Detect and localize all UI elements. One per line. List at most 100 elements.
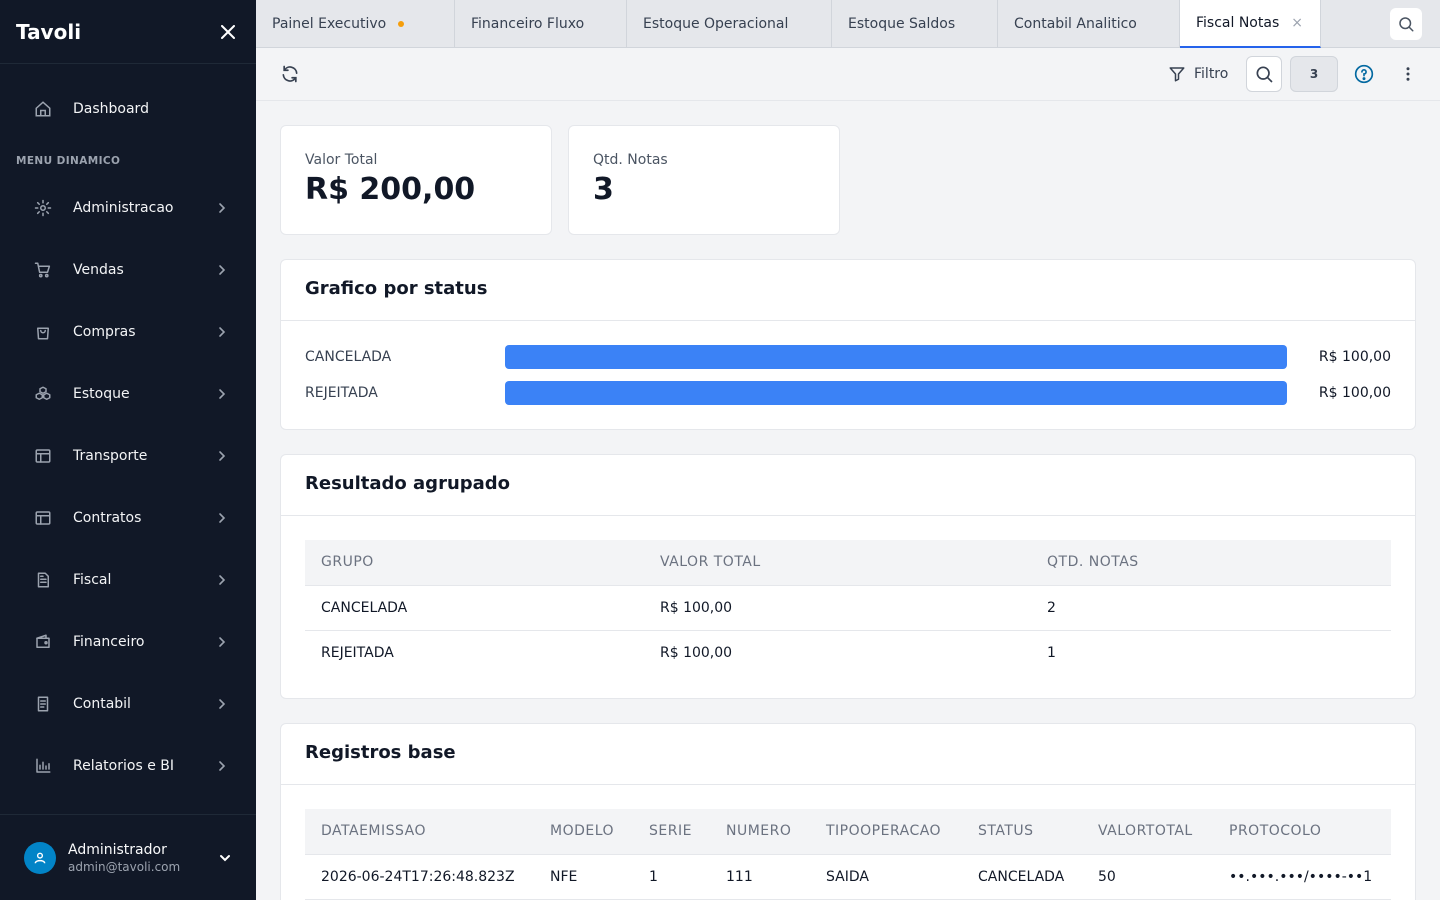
close-icon (221, 24, 235, 39)
boxes-icon (32, 383, 54, 405)
chevron-right-icon (214, 448, 230, 464)
column-header[interactable]: PROTOCOLO (1213, 809, 1391, 855)
sidebar-item-label: Fiscal (73, 572, 112, 588)
tab-label: Painel Executivo (272, 16, 387, 32)
user-menu[interactable]: Administrador admin@tavoli.com (0, 814, 256, 900)
tab-fiscal-notas[interactable]: Fiscal Notas × (1180, 0, 1321, 48)
column-header[interactable]: QTD. NOTAS (1031, 540, 1391, 586)
help-button[interactable] (1352, 62, 1376, 86)
sidebar-item-contratos[interactable]: Contratos (0, 494, 256, 542)
sidebar-item-estoque[interactable]: Estoque (0, 370, 256, 418)
refresh-icon (282, 65, 298, 83)
panel-title: Grafico por status (305, 278, 488, 299)
bar[interactable] (505, 345, 1287, 369)
sidebar-item-label: Compras (73, 324, 136, 340)
column-header[interactable]: STATUS (962, 809, 1082, 855)
search-icon (1256, 66, 1273, 83)
more-options-button[interactable] (1396, 62, 1420, 86)
tab-painel-executivo[interactable]: Painel Executivo (256, 0, 455, 48)
sidebar-item-label: Vendas (73, 262, 124, 278)
home-icon (32, 98, 54, 120)
kpi-value: R$ 200,00 (305, 172, 476, 207)
filter-label: Filtro (1194, 66, 1229, 82)
tab-label: Estoque Operacional (643, 16, 789, 32)
records-panel: Registros base DATAEMISSAO MODELO SERIE … (280, 723, 1416, 900)
column-header[interactable]: DATAEMISSAO (305, 809, 534, 855)
table-row[interactable]: REJEITADA R$ 100,00 1 (305, 630, 1391, 675)
user-email: admin@tavoli.com (68, 859, 181, 874)
sidebar-header: Tavoli (0, 0, 256, 64)
refresh-button[interactable] (278, 62, 302, 86)
help-icon (1354, 64, 1374, 84)
sidebar-item-compras[interactable]: Compras (0, 308, 256, 356)
bar-category-label: REJEITADA (305, 385, 378, 401)
filter-icon (1169, 67, 1185, 82)
column-header[interactable]: GRUPO (305, 540, 644, 586)
bar[interactable] (505, 381, 1287, 405)
tab-search-button[interactable] (1390, 8, 1422, 40)
sidebar-item-relatorios-e-bi[interactable]: Relatorios e BI (0, 742, 256, 790)
wallet-icon (32, 631, 54, 653)
grouped-table: GRUPO VALOR TOTAL QTD. NOTAS CANCELADA R… (305, 540, 1391, 675)
sidebar-item-label: Estoque (73, 386, 130, 402)
sidebar-item-label: Transporte (73, 448, 148, 464)
table-cell: 2026-06-24T17:26:48.823Z (305, 854, 534, 900)
divider (281, 320, 1415, 321)
tab-estoque-saldos[interactable]: Estoque Saldos (832, 0, 998, 48)
bar-track (505, 381, 1287, 405)
filter-button[interactable]: Filtro (1168, 62, 1228, 86)
close-tab-icon[interactable]: × (1291, 15, 1303, 31)
tab-estoque-operacional[interactable]: Estoque Operacional (627, 0, 832, 48)
table-cell: R$ 100,00 (644, 585, 1031, 631)
layout-icon (32, 507, 54, 529)
sidebar-item-fiscal[interactable]: Fiscal (0, 556, 256, 604)
chevron-right-icon (214, 510, 230, 526)
bar-value-label: R$ 100,00 (1318, 385, 1391, 401)
brand-logo: Tavoli (16, 19, 82, 44)
column-header[interactable]: VALOR TOTAL (644, 540, 1031, 586)
bar-chart-icon (32, 755, 54, 777)
chart-panel: Grafico por status CANCELADA R$ 100,00 REJ… (280, 259, 1416, 430)
sidebar-item-contabil[interactable]: Contabil (0, 680, 256, 728)
chevron-right-icon (214, 262, 230, 278)
menu-section-label: MENU DINAMICO (16, 155, 121, 167)
sidebar-item-administracao[interactable]: Administracao (0, 184, 256, 232)
avatar (24, 841, 56, 874)
table-row[interactable]: 2026-06-24T17:26:48.823Z NFE 1 111 SAIDA… (305, 854, 1391, 900)
table-cell: CANCELADA (962, 854, 1082, 900)
records-table: DATAEMISSAO MODELO SERIE NUMERO TIPOOPER… (305, 809, 1391, 900)
column-header[interactable]: SERIE (633, 809, 710, 855)
chevron-right-icon (214, 634, 230, 650)
sidebar-item-financeiro[interactable]: Financeiro (0, 618, 256, 666)
column-header[interactable]: VALORTOTAL (1082, 809, 1213, 855)
sidebar-item-transporte[interactable]: Transporte (0, 432, 256, 480)
bar-row: CANCELADA R$ 100,00 (305, 345, 1391, 369)
tab-financeiro-fluxo[interactable]: Financeiro Fluxo (455, 0, 627, 48)
tab-contabil-analitico[interactable]: Contabil Analitico (998, 0, 1180, 48)
unsaved-dot (398, 21, 405, 27)
table-cell: SAIDA (810, 854, 962, 900)
table-row[interactable]: CANCELADA R$ 100,00 2 (305, 585, 1391, 631)
chevron-right-icon (214, 696, 230, 712)
table-cell: ••.•••.•••/••••-••1 (1213, 854, 1391, 900)
close-sidebar-button[interactable] (216, 20, 240, 44)
table-header-row: DATAEMISSAO MODELO SERIE NUMERO TIPOOPER… (305, 809, 1391, 855)
sidebar-item-dashboard[interactable]: Dashboard (0, 85, 256, 133)
column-header[interactable]: MODELO (534, 809, 633, 855)
record-count-badge[interactable]: 3 (1290, 56, 1338, 92)
user-name: Administrador (68, 841, 167, 858)
table-cell: CANCELADA (305, 585, 644, 631)
search-button[interactable] (1246, 56, 1282, 92)
sidebar: Tavoli Dashboard MENU DINAMICO Administr… (0, 0, 256, 900)
column-header[interactable]: NUMERO (710, 809, 810, 855)
column-header[interactable]: TIPOOPERACAO (810, 809, 962, 855)
kpi-value: 3 (593, 172, 614, 207)
tab-label: Estoque Saldos (848, 16, 956, 32)
chevron-right-icon (214, 758, 230, 774)
panel-title: Registros base (305, 742, 456, 763)
table-cell: 50 (1082, 854, 1213, 900)
layout-icon (32, 445, 54, 467)
table-cell: 1 (633, 854, 710, 900)
sidebar-item-vendas[interactable]: Vendas (0, 246, 256, 294)
table-cell: 111 (710, 854, 810, 900)
